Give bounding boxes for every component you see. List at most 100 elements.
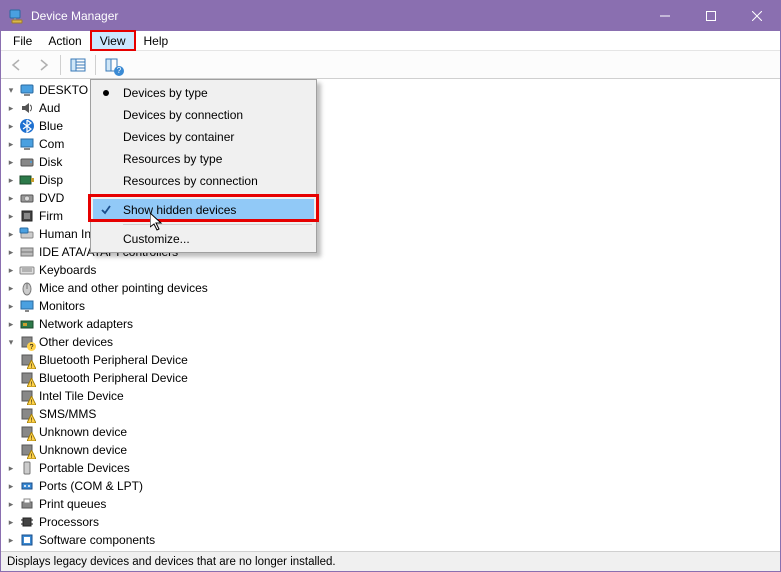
- back-button[interactable]: [5, 53, 29, 77]
- keyboard-icon: [19, 262, 35, 278]
- properties-button[interactable]: [66, 53, 90, 77]
- menu-resources-by-connection[interactable]: Resources by connection: [93, 170, 314, 192]
- tree-item-processors[interactable]: ▸ Processors: [5, 513, 780, 531]
- menu-item-label: Resources by type: [123, 152, 222, 166]
- menu-bar: File Action View Help: [1, 31, 780, 51]
- tree-item-mice[interactable]: ▸ Mice and other pointing devices: [5, 279, 780, 297]
- tree-label: Intel Tile Device: [39, 389, 124, 403]
- tree-item-other-devices[interactable]: ▾ ? Other devices: [5, 333, 780, 351]
- tree-item-portable[interactable]: ▸ Portable Devices: [5, 459, 780, 477]
- ide-icon: [19, 244, 35, 260]
- tree-label: Com: [39, 137, 64, 151]
- unknown-device-icon: !: [19, 352, 35, 368]
- menu-action[interactable]: Action: [40, 31, 89, 50]
- collapse-icon[interactable]: ▾: [5, 84, 17, 96]
- expand-icon[interactable]: ▸: [5, 264, 17, 276]
- content-area: Devices by type Devices by connection De…: [1, 79, 780, 551]
- warning-overlay-icon: !: [27, 396, 36, 405]
- expand-icon[interactable]: ▸: [5, 300, 17, 312]
- tree-item-bt-peripheral[interactable]: ! Bluetooth Peripheral Device: [5, 351, 780, 369]
- expand-icon[interactable]: ▸: [5, 102, 17, 114]
- expand-icon[interactable]: ▸: [5, 498, 17, 510]
- tree-item-software-components[interactable]: ▸ Software components: [5, 531, 780, 549]
- unknown-device-icon: !: [19, 370, 35, 386]
- maximize-button[interactable]: [688, 1, 734, 31]
- tree-item-unknown-device[interactable]: ! Unknown device: [5, 423, 780, 441]
- warning-overlay-icon: !: [27, 414, 36, 423]
- tree-item-keyboards[interactable]: ▸ Keyboards: [5, 261, 780, 279]
- expand-icon[interactable]: ▸: [5, 228, 17, 240]
- radio-bullet-icon: [93, 82, 119, 104]
- menu-item-label: Customize...: [123, 232, 190, 246]
- warning-overlay-icon: !: [27, 432, 36, 441]
- tree-item-print-queues[interactable]: ▸ Print queues: [5, 495, 780, 513]
- forward-button[interactable]: [31, 53, 55, 77]
- menu-help[interactable]: Help: [136, 31, 177, 50]
- expand-icon[interactable]: ▸: [5, 210, 17, 222]
- tree-item-network[interactable]: ▸ Network adapters: [5, 315, 780, 333]
- expand-icon[interactable]: ▸: [5, 174, 17, 186]
- menu-view[interactable]: View: [90, 30, 136, 51]
- tree-item-monitors[interactable]: ▸ Monitors: [5, 297, 780, 315]
- expand-icon[interactable]: ▸: [5, 156, 17, 168]
- warning-overlay-icon: !: [27, 378, 36, 387]
- expand-icon[interactable]: ▸: [5, 534, 17, 546]
- unknown-device-icon: !: [19, 406, 35, 422]
- tree-label: SMS/MMS: [39, 407, 96, 421]
- app-icon: [9, 8, 25, 24]
- network-icon: [19, 316, 35, 332]
- window-title: Device Manager: [31, 9, 118, 23]
- svg-text:!: !: [31, 417, 33, 423]
- menu-customize[interactable]: Customize...: [93, 228, 314, 250]
- expand-icon[interactable]: ▸: [5, 246, 17, 258]
- tree-label: Print queues: [39, 497, 106, 511]
- expand-icon[interactable]: ▸: [5, 462, 17, 474]
- menu-devices-by-type[interactable]: Devices by type: [93, 82, 314, 104]
- expand-icon[interactable]: ▸: [5, 318, 17, 330]
- tree-label: Bluetooth Peripheral Device: [39, 371, 188, 385]
- expand-icon[interactable]: ▸: [5, 138, 17, 150]
- menu-resources-by-type[interactable]: Resources by type: [93, 148, 314, 170]
- tree-label: Disp: [39, 173, 63, 187]
- expand-icon[interactable]: ▸: [5, 282, 17, 294]
- tree-label: Aud: [39, 101, 60, 115]
- other-devices-icon: ?: [19, 334, 35, 350]
- svg-text:?: ?: [30, 342, 34, 351]
- menu-devices-by-connection[interactable]: Devices by connection: [93, 104, 314, 126]
- tree-label: Unknown device: [39, 443, 127, 457]
- tree-item-ports[interactable]: ▸ Ports (COM & LPT): [5, 477, 780, 495]
- expand-icon[interactable]: ▸: [5, 480, 17, 492]
- svg-text:!: !: [31, 435, 33, 441]
- expand-icon[interactable]: ▸: [5, 120, 17, 132]
- tree-label: Monitors: [39, 299, 85, 313]
- unknown-device-icon: !: [19, 442, 35, 458]
- close-button[interactable]: [734, 1, 780, 31]
- menu-file[interactable]: File: [5, 31, 40, 50]
- tree-label: Ports (COM & LPT): [39, 479, 143, 493]
- tree-item-intel-tile[interactable]: ! Intel Tile Device: [5, 387, 780, 405]
- tree-label: Keyboards: [39, 263, 96, 277]
- tree-item-unknown-device[interactable]: ! Unknown device: [5, 441, 780, 459]
- expand-icon[interactable]: ▸: [5, 192, 17, 204]
- tree-item-bt-peripheral[interactable]: ! Bluetooth Peripheral Device: [5, 369, 780, 387]
- expand-icon[interactable]: ▸: [5, 516, 17, 528]
- printer-icon: [19, 496, 35, 512]
- portable-icon: [19, 460, 35, 476]
- toolbar: ?: [1, 51, 780, 79]
- tree-item-sms-mms[interactable]: ! SMS/MMS: [5, 405, 780, 423]
- minimize-button[interactable]: [642, 1, 688, 31]
- menu-show-hidden-devices[interactable]: Show hidden devices: [93, 199, 314, 221]
- monitor-icon: [19, 298, 35, 314]
- menu-devices-by-container[interactable]: Devices by container: [93, 126, 314, 148]
- menu-separator: [123, 195, 312, 196]
- tree-label: Network adapters: [39, 317, 133, 331]
- collapse-icon[interactable]: ▾: [5, 336, 17, 348]
- help-button[interactable]: ?: [101, 53, 125, 77]
- mouse-icon: [19, 280, 35, 296]
- menu-item-label: Resources by connection: [123, 174, 258, 188]
- disk-icon: [19, 154, 35, 170]
- tree-label: Firm: [39, 209, 63, 223]
- tree-label: Software components: [39, 533, 155, 547]
- status-text: Displays legacy devices and devices that…: [7, 556, 336, 568]
- tree-item-placeholder[interactable]: [5, 549, 780, 551]
